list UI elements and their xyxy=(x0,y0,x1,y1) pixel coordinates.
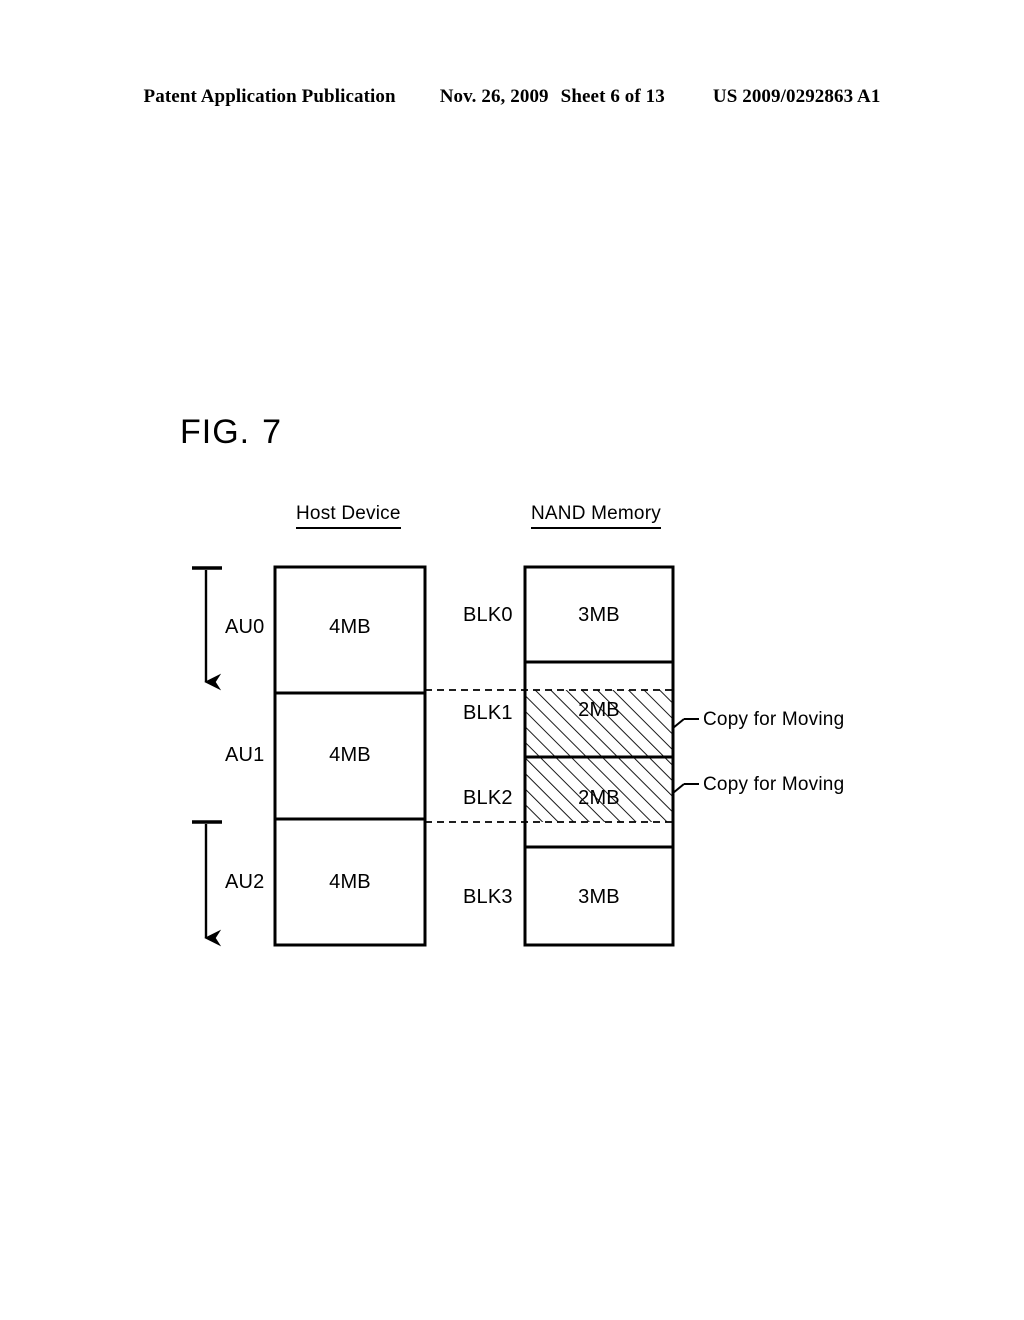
host-unit-size-au1: 4MB xyxy=(329,744,371,766)
host-unit-label-au2: AU2 xyxy=(225,871,265,893)
nand-block-label-blk2: BLK2 xyxy=(463,787,513,809)
host-unit-size-au0: 4MB xyxy=(329,616,371,638)
nand-block-label-blk3: BLK3 xyxy=(463,886,513,908)
host-unit-label-au0: AU0 xyxy=(225,616,265,638)
nand-block-label-blk1: BLK1 xyxy=(463,702,513,724)
span-arrow-group xyxy=(192,566,222,947)
nand-block-size-blk2: 2MB xyxy=(578,787,620,809)
nand-block-size-blk1: 2MB xyxy=(578,699,620,721)
callout-leader-lower xyxy=(672,783,699,794)
callout-copy-for-moving-lower: Copy for Moving xyxy=(703,774,845,795)
host-unit-label-au1: AU1 xyxy=(225,744,265,766)
callout-copy-for-moving-upper: Copy for Moving xyxy=(703,709,845,730)
callout-leader-upper xyxy=(672,718,699,729)
nand-block-label-blk0: BLK0 xyxy=(463,604,513,626)
nand-block-size-blk3: 3MB xyxy=(578,886,620,908)
host-unit-size-au2: 4MB xyxy=(329,871,371,893)
nand-block-size-blk0: 3MB xyxy=(578,604,620,626)
figure-drawing-canvas xyxy=(192,565,699,947)
